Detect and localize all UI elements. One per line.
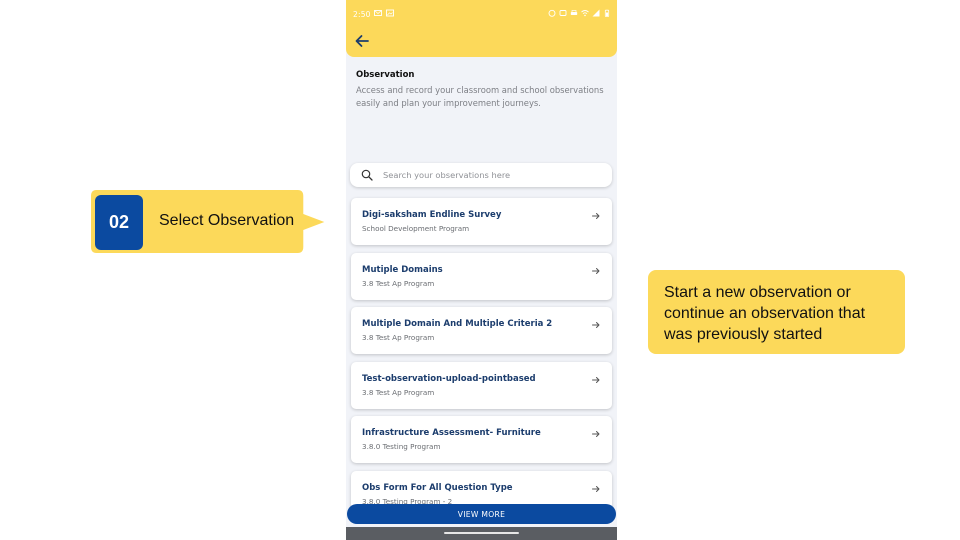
observation-title: Multiple Domain And Multiple Criteria 2 (362, 319, 553, 329)
arrow-right-icon (592, 213, 600, 219)
status-bar: 2:50 (346, 0, 617, 28)
arrow-right-icon (592, 431, 600, 437)
observation-title: Digi-saksham Endline Survey (362, 210, 502, 220)
system-nav-bar (346, 527, 617, 540)
info-callout: Start a new observation or continue an o… (648, 270, 905, 354)
page-description: Access and record your classroom and sch… (356, 85, 604, 109)
observation-card[interactable]: Mutiple Domains 3.8 Test Ap Program (351, 253, 612, 300)
battery-icon (604, 9, 610, 17)
observation-card[interactable]: Test-observation-upload-pointbased 3.8 T… (351, 362, 612, 409)
app-header: 2:50 (346, 0, 617, 57)
image-icon (386, 9, 394, 17)
message-icon (374, 10, 382, 16)
search-icon (361, 169, 373, 181)
view-more-button[interactable]: VIEW MORE (347, 504, 616, 524)
observation-card[interactable]: Infrastructure Assessment- Furniture 3.8… (351, 416, 612, 463)
observation-program: 3.8 Test Ap Program (362, 279, 435, 288)
step-callout: 02 Select Observation (91, 190, 325, 253)
step-label: Select Observation (159, 212, 295, 229)
status-left-icons (374, 9, 394, 17)
arrow-right-icon (592, 268, 600, 274)
observation-program: School Development Program (362, 224, 470, 233)
phone-screen: 2:50 Observation Access and record your … (346, 0, 617, 540)
observation-card[interactable]: Multiple Domain And Multiple Criteria 2 … (351, 307, 612, 354)
back-arrow-icon[interactable] (354, 33, 370, 49)
sync-icon (559, 10, 567, 16)
observation-title: Obs Form For All Question Type (362, 483, 513, 493)
observation-card[interactable]: Digi-saksham Endline Survey School Devel… (351, 198, 612, 245)
status-time: 2:50 (353, 10, 371, 19)
observation-title: Infrastructure Assessment- Furniture (362, 428, 541, 438)
alarm-icon (548, 9, 556, 17)
intro-section: Observation Access and record your class… (356, 70, 606, 110)
search-bar[interactable] (350, 163, 612, 187)
observation-title: Test-observation-upload-pointbased (362, 374, 536, 384)
arrow-right-icon (592, 322, 600, 328)
wifi-icon (581, 10, 589, 17)
step-number-badge: 02 (95, 195, 143, 250)
observation-program: 3.8 Test Ap Program (362, 388, 435, 397)
page-title: Observation (356, 70, 415, 80)
observation-program: 3.8.0 Testing Program (362, 442, 441, 451)
arrow-right-icon (592, 377, 600, 383)
search-input[interactable] (383, 170, 603, 180)
observation-program: 3.8 Test Ap Program (362, 333, 435, 342)
home-gesture-handle[interactable] (444, 532, 519, 534)
status-right-icons (548, 9, 611, 17)
arrow-right-icon (592, 486, 600, 492)
car-icon (570, 10, 578, 15)
signal-icon (592, 9, 600, 17)
observation-title: Mutiple Domains (362, 265, 443, 275)
